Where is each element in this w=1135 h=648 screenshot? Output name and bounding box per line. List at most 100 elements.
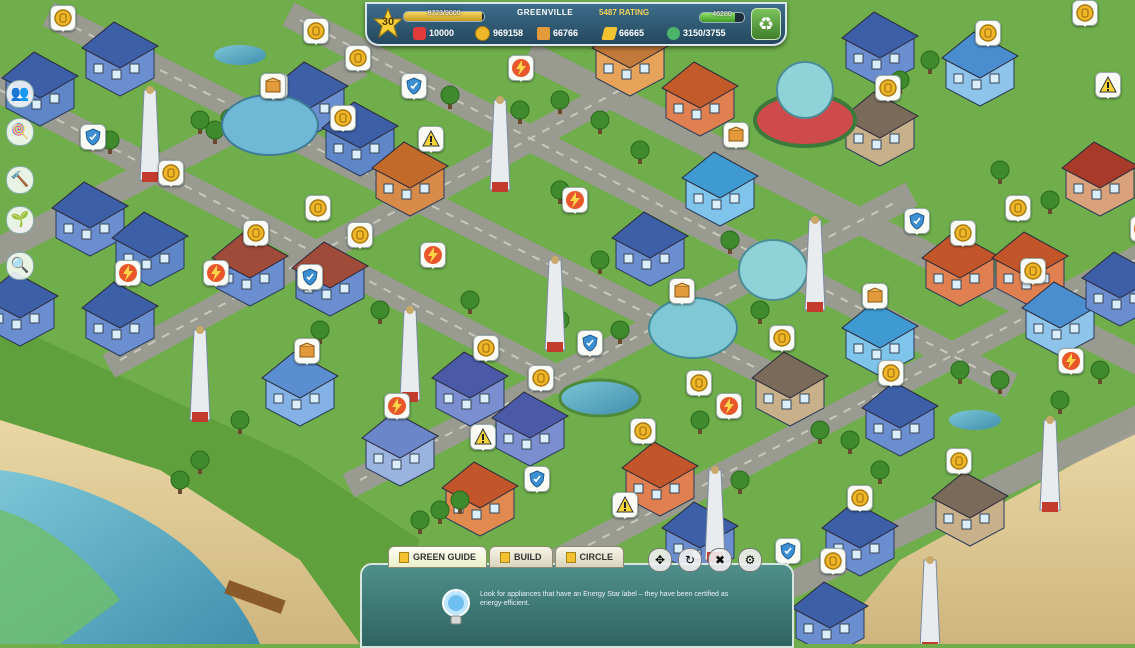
coin-icon (634, 422, 652, 440)
collect-bubble-coin[interactable] (950, 220, 976, 247)
collect-bubble-coin[interactable] (1072, 0, 1098, 27)
tab-green-guide[interactable]: GREEN GUIDE (388, 546, 488, 568)
crate-icon (867, 287, 883, 303)
lightning-icon (1062, 352, 1080, 370)
collect-bubble-energy[interactable] (508, 55, 534, 82)
rating-text: 5487 RATING (599, 8, 650, 17)
collect-bubble-coin[interactable] (820, 548, 846, 575)
collect-bubble-coin[interactable] (878, 360, 904, 387)
lightning-icon (119, 264, 137, 282)
coin-icon (54, 9, 72, 27)
tool-icon[interactable]: 🔨 (6, 166, 34, 194)
collect-bubble-coin[interactable] (630, 418, 656, 445)
collect-bubble-energy[interactable] (562, 187, 588, 214)
collect-bubble-coin[interactable] (158, 160, 184, 187)
coin-icon (773, 329, 791, 347)
collect-bubble-warning[interactable] (470, 424, 496, 451)
collect-bubble-coin[interactable] (473, 335, 499, 362)
xp-text: 8723/9000 (427, 10, 461, 17)
sapling-icon[interactable]: 🌱 (6, 206, 34, 234)
collect-bubble-crate[interactable] (294, 338, 320, 365)
collect-bubble-coin[interactable] (847, 485, 873, 512)
collect-bubble-warning[interactable] (612, 492, 638, 519)
collect-bubble-crate[interactable] (862, 283, 888, 310)
collect-bubble-energy[interactable] (203, 260, 229, 287)
cotton-candy-icon[interactable]: 🍭 (6, 118, 34, 146)
warning-icon (422, 129, 440, 147)
collect-bubble-coin[interactable] (528, 365, 554, 392)
collect-bubble-crate[interactable] (723, 122, 749, 149)
collect-bubble-energy[interactable] (115, 260, 141, 287)
lightning-icon (566, 191, 584, 209)
collect-bubble-coin[interactable] (1005, 195, 1031, 222)
collect-bubble-coin[interactable] (347, 222, 373, 249)
warning-icon (616, 495, 634, 513)
recycle-button[interactable]: ♻ (751, 8, 781, 40)
collect-bubble-coin[interactable] (305, 195, 331, 222)
collect-bubble-coin[interactable] (946, 448, 972, 475)
shield-icon (85, 128, 101, 146)
tab-build[interactable]: BUILD (489, 546, 553, 568)
collect-bubble-coin[interactable] (875, 75, 901, 102)
collect-bubble-shield[interactable] (775, 538, 801, 565)
collect-bubble-coin[interactable] (303, 18, 329, 45)
collect-bubble-energy[interactable] (1130, 216, 1135, 242)
shield-icon (529, 470, 545, 488)
crate-icon (299, 342, 315, 358)
collect-bubble-shield[interactable] (401, 73, 427, 100)
water-drop-icon (667, 26, 680, 40)
coin-icon (1024, 262, 1042, 280)
collect-bubble-crate[interactable] (669, 278, 695, 305)
collect-bubble-coin[interactable] (243, 220, 269, 247)
collect-bubble-coin[interactable] (975, 20, 1001, 47)
coin-icon (979, 24, 997, 42)
coin-icon (824, 552, 842, 570)
lightning-icon (512, 59, 530, 77)
coin-icon (851, 489, 869, 507)
crate-icon (537, 26, 550, 40)
collect-bubble-warning[interactable] (1095, 72, 1121, 99)
coin-icon (351, 226, 369, 244)
coin-icon (477, 339, 495, 357)
map-tools: ✥ ↻ ✖ ⚙ (648, 548, 768, 574)
shield-icon (406, 77, 422, 95)
book-icon (399, 551, 409, 563)
collect-bubble-coin[interactable] (686, 370, 712, 397)
collect-bubble-coin[interactable] (50, 5, 76, 32)
collect-bubble-shield[interactable] (297, 264, 323, 291)
coins-value: 969158 (493, 28, 524, 38)
tab-circle[interactable]: CIRCLE (554, 546, 625, 568)
shield-icon (780, 542, 796, 560)
collect-bubble-energy[interactable] (716, 393, 742, 420)
friends-icon[interactable]: 👥 (6, 80, 34, 108)
collect-bubble-shield[interactable] (524, 466, 550, 493)
book-icon (500, 551, 511, 563)
crate-icon (265, 77, 281, 93)
rotate-icon[interactable]: ↻ (678, 548, 702, 572)
collect-bubble-energy[interactable] (1058, 348, 1084, 375)
panel-tabs: GREEN GUIDE BUILD CIRCLE (388, 546, 626, 568)
collect-bubble-shield[interactable] (577, 330, 603, 357)
settings-gear-icon[interactable]: ⚙ (738, 548, 762, 572)
water-resource: 3150/3755 (667, 26, 726, 40)
collect-bubble-energy[interactable] (420, 242, 446, 269)
collect-bubble-coin[interactable] (345, 45, 371, 72)
collect-bubble-shield[interactable] (904, 208, 930, 235)
collect-bubble-energy[interactable] (384, 393, 410, 420)
coin-icon (334, 109, 352, 127)
collect-bubble-coin[interactable] (330, 105, 356, 132)
coin-icon (162, 164, 180, 182)
lightning-icon (424, 246, 442, 264)
collect-bubble-shield[interactable] (80, 124, 106, 151)
collect-bubble-coin[interactable] (1020, 258, 1046, 285)
sell-icon[interactable]: ✖ (708, 548, 732, 572)
collect-bubble-crate[interactable] (260, 73, 286, 100)
coin-icon (690, 374, 708, 392)
collect-bubble-coin[interactable] (769, 325, 795, 352)
collect-bubble-warning[interactable] (418, 126, 444, 153)
move-icon[interactable]: ✥ (648, 548, 672, 572)
magnifier-icon[interactable]: 🔍 (6, 252, 34, 280)
shield-icon (302, 268, 318, 286)
eco-points: 46280 (712, 11, 732, 18)
coin-icon (1076, 4, 1094, 22)
